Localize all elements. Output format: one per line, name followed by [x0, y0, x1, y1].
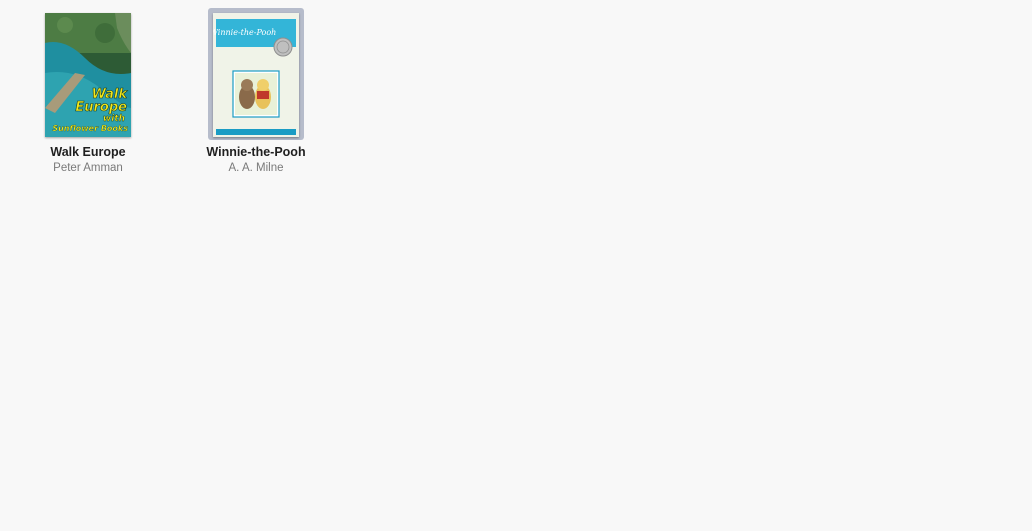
book-author: Peter Amman — [53, 162, 123, 174]
book-cover-winnie-the-pooh[interactable]: Winnie-the-Pooh — [213, 13, 299, 137]
book-author: A. A. Milne — [228, 162, 284, 174]
book-title[interactable]: Winnie-the-Pooh — [201, 145, 311, 160]
book-cover-frame-selected[interactable]: Winnie-the-Pooh — [208, 8, 304, 140]
book-item-winnie-the-pooh[interactable]: Winnie-the-Pooh Winnie-the-Pooh A. A. Mi… — [201, 8, 311, 175]
cover-text-title: Winnie-the-Pooh — [213, 28, 276, 37]
cover-text-publisher: Sunflower Books — [52, 124, 128, 133]
book-title[interactable]: Walk Europe — [33, 145, 143, 160]
book-item-walk-europe[interactable]: Walk Europe with Sunflower Books Walk Eu… — [33, 8, 143, 175]
library-grid: Walk Europe with Sunflower Books Walk Eu… — [0, 0, 1032, 531]
book-cover-frame[interactable]: Walk Europe with Sunflower Books — [40, 8, 136, 140]
book-cover-walk-europe[interactable]: Walk Europe with Sunflower Books — [45, 13, 131, 137]
cover-text-with: with — [103, 114, 125, 124]
cover-text-europe: Europe — [75, 100, 127, 115]
